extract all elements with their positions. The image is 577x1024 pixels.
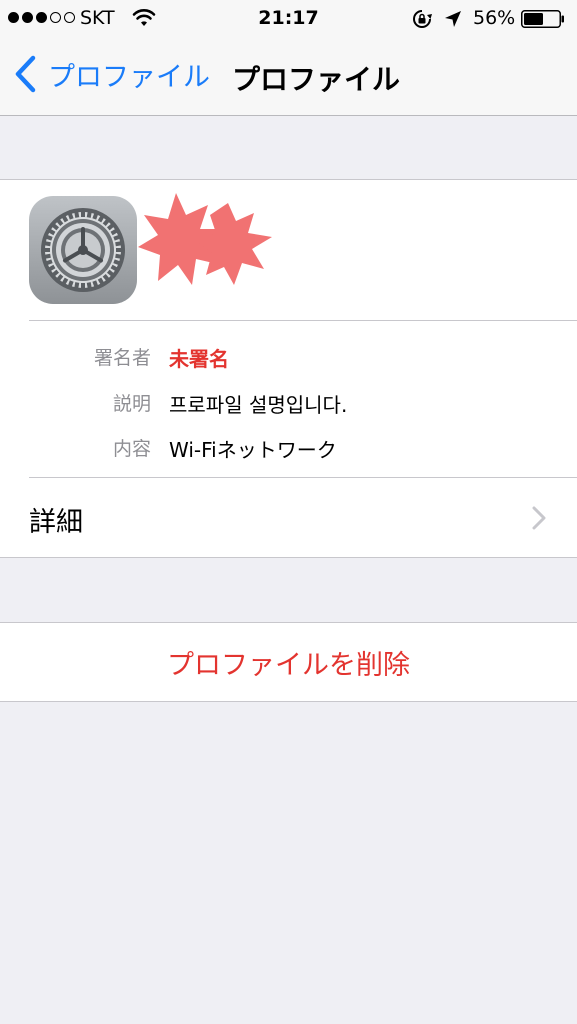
divider bbox=[29, 320, 577, 321]
chevron-left-icon bbox=[15, 55, 36, 93]
chevron-right-icon bbox=[532, 506, 546, 530]
signer-value: 未署名 bbox=[169, 347, 229, 371]
details-row[interactable]: 詳細 bbox=[0, 478, 577, 558]
rotation-lock-icon bbox=[413, 10, 432, 28]
back-button[interactable]: プロファイル bbox=[12, 52, 210, 96]
signer-label: 署名者 bbox=[93, 347, 151, 369]
delete-profile-button[interactable]: プロファイルを削除 bbox=[0, 622, 577, 702]
battery-percentage: 56% bbox=[473, 7, 516, 29]
contents-value: Wi-Fiネットワーク bbox=[169, 438, 337, 462]
battery-icon bbox=[521, 10, 564, 28]
description-value: 프로파일 설명입니다. bbox=[169, 393, 348, 417]
status-bar: SKT 21:17 56% bbox=[0, 0, 577, 38]
redacted-profile-name bbox=[138, 193, 272, 285]
header: SKT 21:17 56% プロファイル プロファイル bbox=[0, 0, 577, 116]
profile-card: 署名者 未署名 説明 프로파일 설명입니다. 内容 Wi-Fiネットワーク 詳細 bbox=[0, 179, 577, 558]
location-arrow-icon bbox=[445, 11, 461, 27]
navigation-bar: プロファイル プロファイル bbox=[0, 40, 577, 114]
description-label: 説明 bbox=[112, 393, 151, 415]
details-label: 詳細 bbox=[29, 507, 83, 538]
battery-fill bbox=[524, 13, 543, 25]
contents-label: 内容 bbox=[112, 438, 151, 460]
info-row-contents: 内容 Wi-Fiネットワーク bbox=[0, 434, 577, 468]
delete-profile-label: プロファイルを削除 bbox=[167, 650, 410, 681]
settings-gear-icon bbox=[29, 196, 137, 304]
screen: SKT 21:17 56% プロファイル プロファイル 署名者 未署名 説明 프… bbox=[0, 0, 577, 1024]
back-button-label: プロファイル bbox=[48, 61, 210, 93]
page-title: プロファイル bbox=[232, 63, 401, 96]
info-row-description: 説明 프로파일 설명입니다. bbox=[0, 389, 577, 423]
info-row-signer: 署名者 未署名 bbox=[0, 343, 577, 377]
